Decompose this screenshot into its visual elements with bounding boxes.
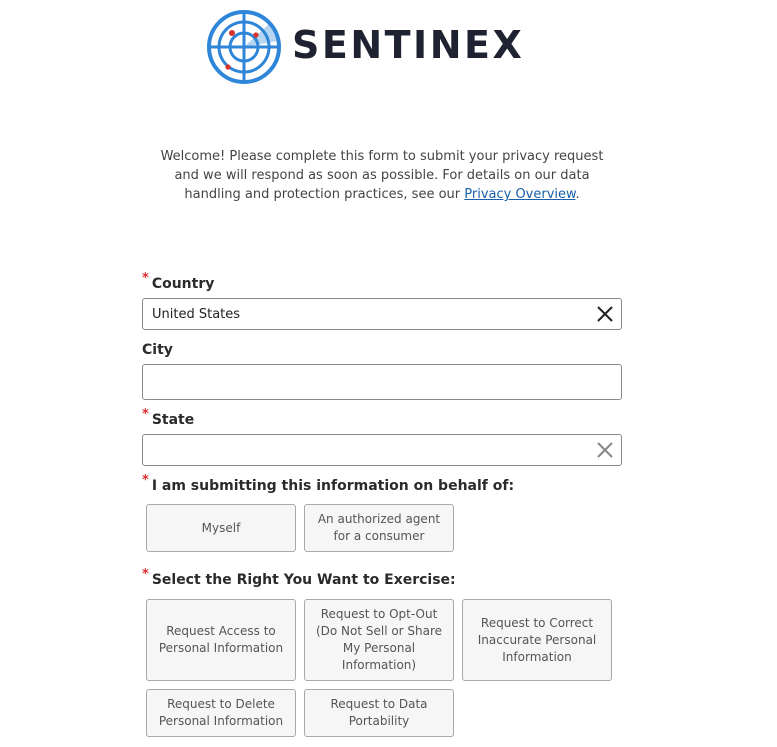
brand-name: SENTINEX xyxy=(292,23,525,67)
behalf-label-text: I am submitting this information on beha… xyxy=(151,478,515,494)
intro-text: Welcome! Please complete this form to su… xyxy=(150,147,614,204)
country-value: United States xyxy=(152,307,241,322)
state-label-text: State xyxy=(151,412,195,428)
country-select[interactable]: United States xyxy=(142,298,622,330)
required-asterisk: * xyxy=(142,473,149,488)
required-asterisk: * xyxy=(142,567,149,582)
right-option-correct[interactable]: Request to Correct Inaccurate Personal I… xyxy=(462,599,612,681)
right-option-access[interactable]: Request Access to Personal Information xyxy=(146,599,296,681)
brand-logo: SENTINEX xyxy=(206,9,566,85)
close-icon[interactable] xyxy=(595,304,615,324)
city-label: City xyxy=(142,341,173,359)
city-input[interactable] xyxy=(142,364,622,400)
rights-label: * Select the Right You Want to Exercise: xyxy=(142,567,456,590)
state-select[interactable] xyxy=(142,434,622,466)
state-label: * State xyxy=(142,407,195,430)
country-label: * Country xyxy=(142,271,215,294)
right-option-delete[interactable]: Request to Delete Personal Information xyxy=(146,689,296,737)
rights-label-text: Select the Right You Want to Exercise: xyxy=(151,572,456,588)
required-asterisk: * xyxy=(142,271,149,286)
privacy-overview-link[interactable]: Privacy Overview xyxy=(464,187,575,202)
intro-period: . xyxy=(575,187,580,202)
country-label-text: Country xyxy=(151,276,215,292)
required-asterisk: * xyxy=(142,407,149,422)
behalf-option-authorized-agent[interactable]: An authorized agent for a consumer xyxy=(304,504,454,552)
behalf-label: * I am submitting this information on beh… xyxy=(142,473,515,496)
radar-logo-icon xyxy=(207,10,281,84)
behalf-option-myself[interactable]: Myself xyxy=(146,504,296,552)
right-option-portability[interactable]: Request to Data Portability xyxy=(304,689,454,737)
close-icon[interactable] xyxy=(595,440,615,460)
city-label-text: City xyxy=(142,342,173,358)
right-option-opt-out[interactable]: Request to Opt-Out (Do Not Sell or Share… xyxy=(304,599,454,681)
